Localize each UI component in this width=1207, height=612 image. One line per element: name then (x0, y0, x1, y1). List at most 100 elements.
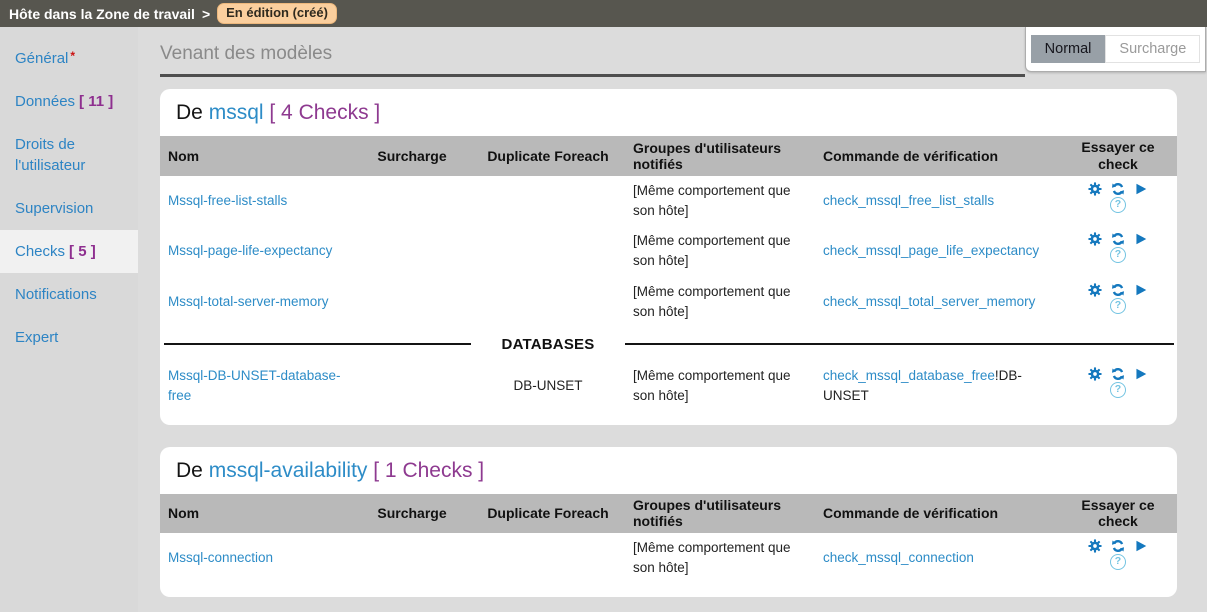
check-command-link[interactable]: check_mssql_database_free (823, 368, 995, 383)
sidebar-item-checks[interactable]: Checks[ 5 ] (0, 230, 138, 273)
play-icon[interactable] (1134, 232, 1148, 246)
gear-icon[interactable] (1088, 367, 1102, 381)
play-icon[interactable] (1134, 283, 1148, 297)
table-row: Mssql-DB-UNSET-database-free DB-UNSET [M… (160, 361, 1177, 412)
sidebar-item-label: Checks (15, 243, 65, 260)
surcharge-value (353, 299, 471, 305)
col-essayer-check: Essayer ce check (1059, 136, 1177, 176)
check-command-link[interactable]: check_mssql_total_server_memory (823, 294, 1035, 309)
sidebar-item-label: Droits de l'utilisateur (15, 136, 85, 174)
table-row: Mssql-total-server-memory [Même comporte… (160, 277, 1177, 328)
panel-title: De mssql-availability [ 1 Checks ] (160, 447, 1177, 494)
surcharge-value (353, 248, 471, 254)
separator-label: DATABASES (471, 336, 625, 353)
breadcrumb[interactable]: Hôte dans la Zone de travail (9, 6, 195, 22)
check-name-link[interactable]: Mssql-DB-UNSET-database-free (168, 368, 341, 403)
help-icon[interactable]: ? (1110, 197, 1126, 213)
col-commande: Commande de vérification (815, 145, 1059, 167)
check-command-link[interactable]: check_mssql_connection (823, 550, 974, 565)
checks-count: [ 4 Checks ] (269, 101, 380, 124)
panels-container: De mssql [ 4 Checks ] Nom Surcharge Dupl… (138, 79, 1207, 597)
play-icon[interactable] (1134, 182, 1148, 196)
col-commande: Commande de vérification (815, 502, 1059, 524)
table-header: Nom Surcharge Duplicate Foreach Groupes … (160, 136, 1177, 176)
col-surcharge: Surcharge (353, 145, 471, 167)
sync-gear-icon[interactable] (1111, 232, 1125, 246)
col-groupes-notifies: Groupes d'utilisateurs notifiés (625, 494, 815, 532)
checks-count: [ 1 Checks ] (373, 459, 484, 482)
sync-gear-icon[interactable] (1111, 539, 1125, 553)
check-name-link[interactable]: Mssql-connection (168, 550, 273, 565)
play-icon[interactable] (1134, 539, 1148, 553)
sidebar-item-notifications[interactable]: Notifications (0, 273, 138, 316)
display-mode-toggle: Normal Surcharge (1025, 27, 1206, 72)
col-nom: Nom (160, 502, 353, 524)
play-icon[interactable] (1134, 367, 1148, 381)
sidebar-item-droits-utilisateur[interactable]: Droits de l'utilisateur (0, 123, 138, 187)
item-count-badge: [ 11 ] (79, 93, 113, 110)
databases-separator: DATABASES (160, 327, 1177, 361)
help-icon[interactable]: ? (1110, 298, 1126, 314)
table-row: Mssql-free-list-stalls [Même comportemen… (160, 176, 1177, 227)
template-link[interactable]: mssql-availability (209, 459, 368, 482)
toggle-surcharge-button[interactable]: Surcharge (1105, 35, 1200, 63)
help-icon[interactable]: ? (1110, 554, 1126, 570)
gear-icon[interactable] (1088, 539, 1102, 553)
gear-icon[interactable] (1088, 283, 1102, 297)
topbar: Hôte dans la Zone de travail > En éditio… (0, 0, 1207, 27)
surcharge-value (353, 383, 471, 389)
check-command-link[interactable]: check_mssql_free_list_stalls (823, 193, 994, 208)
template-link[interactable]: mssql (209, 101, 264, 124)
table-row: Mssql-page-life-expectancy [Même comport… (160, 226, 1177, 277)
section-title: Venant des modèles (160, 43, 332, 65)
check-command-link[interactable]: check_mssql_page_life_expectancy (823, 243, 1039, 258)
panel-title-prefix: De (176, 101, 203, 124)
table-header: Nom Surcharge Duplicate Foreach Groupes … (160, 494, 1177, 534)
separator-line (625, 343, 1174, 345)
panel-title: De mssql [ 4 Checks ] (160, 89, 1177, 136)
notified-groups-value: [Même comportement que son hôte] (625, 178, 815, 225)
duplicate-value (471, 299, 625, 305)
template-panel-mssql: De mssql [ 4 Checks ] Nom Surcharge Dupl… (160, 89, 1177, 425)
surcharge-value (353, 555, 471, 561)
sidebar-item-expert[interactable]: Expert (0, 316, 138, 359)
surcharge-value (353, 198, 471, 204)
status-badge: En édition (créé) (217, 3, 337, 24)
help-icon[interactable]: ? (1110, 247, 1126, 263)
gear-icon[interactable] (1088, 232, 1102, 246)
sidebar-item-label: Général (15, 50, 68, 67)
sidebar-item-label: Notifications (15, 286, 97, 303)
check-name-link[interactable]: Mssql-total-server-memory (168, 294, 329, 309)
duplicate-value: DB-UNSET (471, 373, 625, 399)
sync-gear-icon[interactable] (1111, 182, 1125, 196)
sidebar-item-general[interactable]: Général* (0, 37, 138, 80)
check-name-link[interactable]: Mssql-page-life-expectancy (168, 243, 332, 258)
sidebar-item-supervision[interactable]: Supervision (0, 187, 138, 230)
help-icon[interactable]: ? (1110, 382, 1126, 398)
template-panel-mssql-availability: De mssql-availability [ 1 Checks ] Nom S… (160, 447, 1177, 597)
toggle-normal-button[interactable]: Normal (1031, 35, 1106, 63)
gear-icon[interactable] (1088, 182, 1102, 196)
notified-groups-value: [Même comportement que son hôte] (625, 535, 815, 582)
table-row: Mssql-connection [Même comportement que … (160, 533, 1177, 584)
notified-groups-value: [Même comportement que son hôte] (625, 363, 815, 410)
main-content: Venant des modèles Normal Surcharge De m… (138, 27, 1207, 612)
col-nom: Nom (160, 145, 353, 167)
panel-title-prefix: De (176, 459, 203, 482)
sidebar: Général* Données[ 11 ] Droits de l'utili… (0, 27, 138, 612)
sync-gear-icon[interactable] (1111, 367, 1125, 381)
check-name-link[interactable]: Mssql-free-list-stalls (168, 193, 287, 208)
sidebar-item-label: Expert (15, 329, 58, 346)
duplicate-value (471, 248, 625, 254)
col-essayer-check: Essayer ce check (1059, 494, 1177, 534)
notified-groups-value: [Même comportement que son hôte] (625, 228, 815, 275)
item-count-badge: [ 5 ] (69, 243, 96, 260)
col-duplicate-foreach: Duplicate Foreach (471, 502, 625, 524)
sidebar-item-label: Données (15, 93, 75, 110)
duplicate-value (471, 198, 625, 204)
required-asterisk: * (70, 49, 75, 63)
sidebar-item-donnees[interactable]: Données[ 11 ] (0, 80, 138, 123)
sync-gear-icon[interactable] (1111, 283, 1125, 297)
separator-line (164, 343, 471, 345)
col-surcharge: Surcharge (353, 502, 471, 524)
